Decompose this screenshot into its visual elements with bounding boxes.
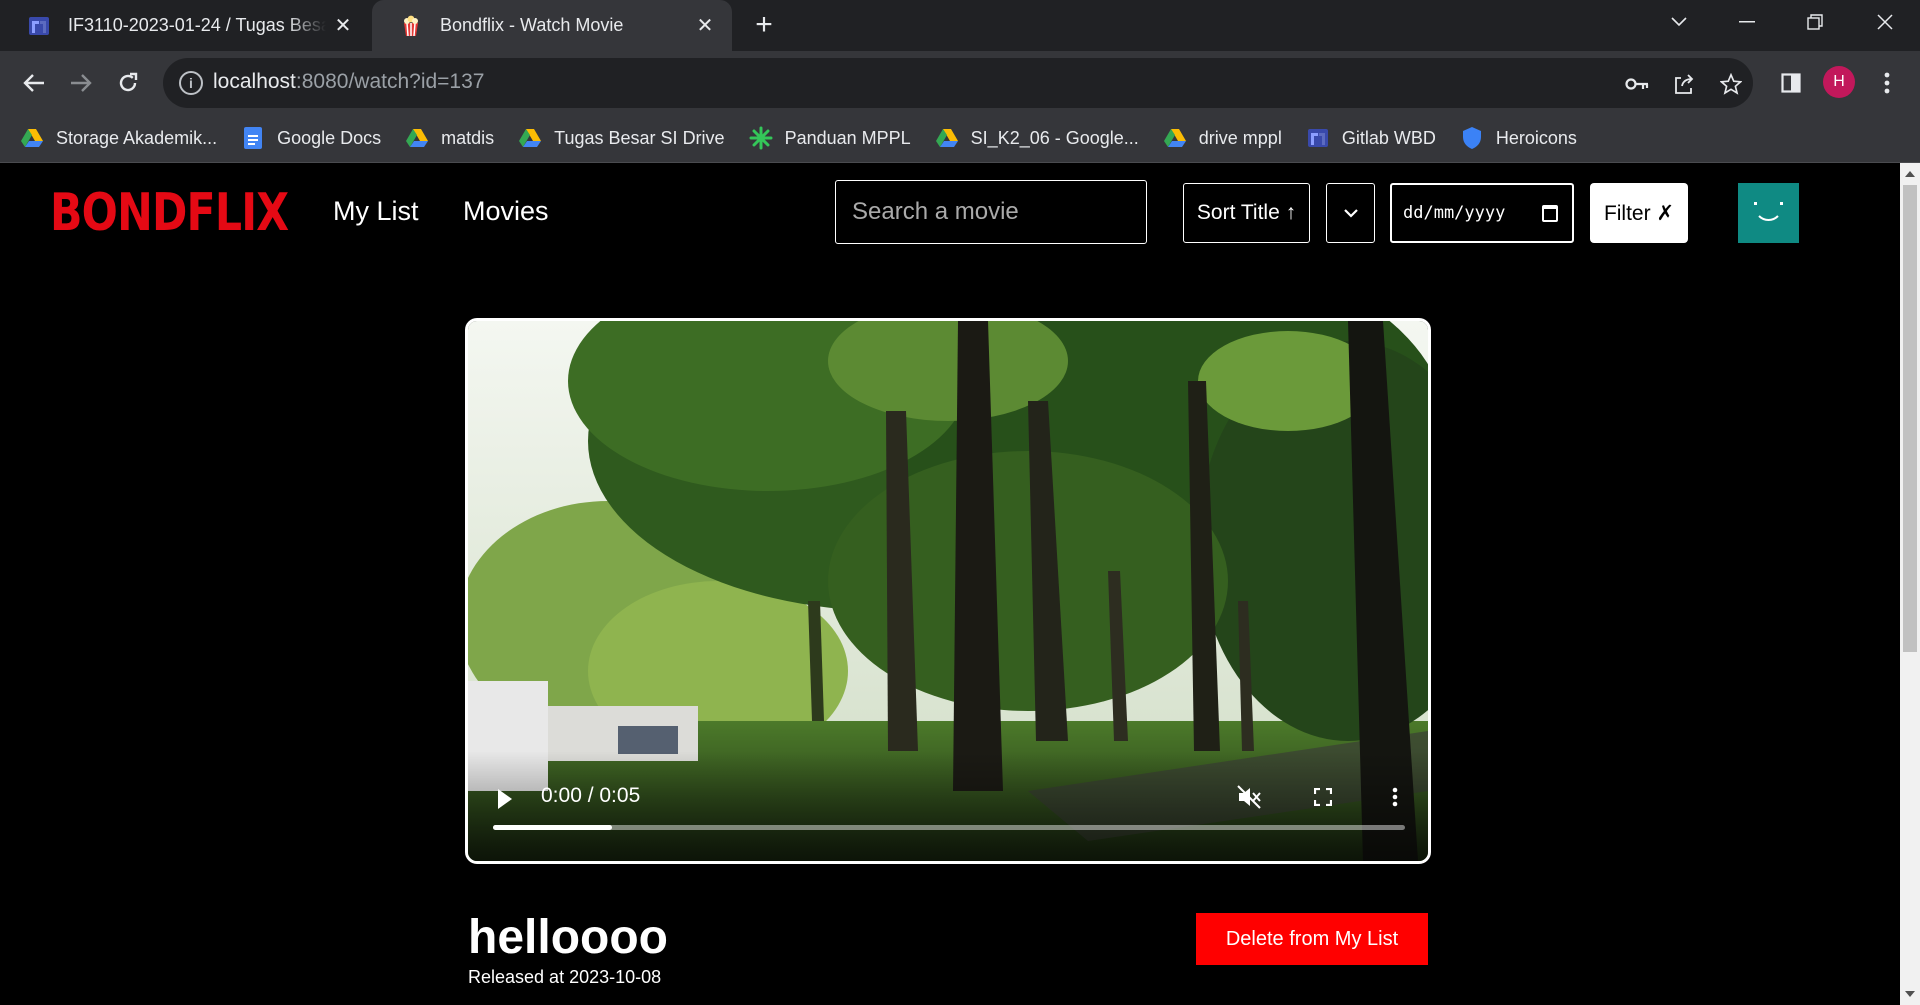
gitlab-wbd-icon [29, 16, 49, 35]
google-drive-icon [935, 129, 958, 147]
share-icon[interactable] [1669, 69, 1699, 99]
google-docs-icon [244, 127, 263, 149]
url-host: localhost [213, 70, 296, 93]
close-window-icon[interactable] [1856, 0, 1914, 44]
info-icon[interactable]: i [179, 71, 203, 95]
shield-icon [1462, 127, 1481, 149]
video-options-icon[interactable] [1381, 783, 1409, 811]
scrollbar-thumb[interactable] [1903, 185, 1917, 652]
tab-bondflix[interactable]: Bondflix - Watch Movie ✕ [372, 0, 732, 51]
google-drive-icon [1163, 129, 1186, 147]
bookmark-heroicons[interactable]: Heroicons [1460, 126, 1577, 150]
smiley-face-icon [1754, 202, 1783, 222]
calendar-icon[interactable] [1542, 205, 1558, 222]
sort-title-button[interactable]: Sort Title ↑ [1183, 183, 1310, 243]
google-drive-icon [406, 129, 429, 147]
tab-gitlab[interactable]: IF3110-2023-01-24 / Tugas Besar ✕ [0, 0, 370, 51]
back-icon[interactable] [14, 63, 54, 103]
date-input[interactable]: dd/mm/yyyy [1390, 183, 1574, 243]
bookmark-panduan-mppl[interactable]: Panduan MPPL [749, 126, 911, 150]
video-progress-bar[interactable] [493, 825, 1405, 830]
tab-title: Bondflix - Watch Movie [440, 15, 624, 35]
green-asterisk-icon [749, 126, 773, 150]
page-scrollbar[interactable] [1900, 163, 1920, 1005]
video-progress-fill [493, 825, 612, 830]
chevron-down-icon [1343, 209, 1358, 218]
close-icon[interactable]: ✕ [330, 12, 356, 38]
bookmark-label: drive mppl [1198, 127, 1282, 148]
close-icon[interactable]: ✕ [692, 12, 718, 38]
bookmark-tugas-besar-si-drive[interactable]: Tugas Besar SI Drive [518, 126, 725, 150]
search-input[interactable]: Search a movie [835, 180, 1147, 244]
delete-from-my-list-button[interactable]: Delete from My List [1196, 913, 1428, 965]
nav-movies[interactable]: Movies [463, 196, 549, 227]
restore-icon[interactable] [1786, 0, 1844, 44]
reload-icon[interactable] [108, 63, 148, 103]
scroll-down-icon[interactable] [1905, 991, 1915, 997]
fullscreen-icon[interactable] [1309, 783, 1337, 811]
bookmark-google-docs[interactable]: Google Docs [241, 126, 381, 150]
bookmark-gitlab-wbd[interactable]: Gitlab WBD [1306, 126, 1436, 150]
bookmark-label: Storage Akademik... [56, 127, 218, 148]
movie-title: helloooo [468, 911, 668, 964]
video-player[interactable]: 0:00 / 0:05 [465, 318, 1431, 864]
release-date: Released at 2023-10-08 [468, 967, 662, 987]
bookmark-label: matdis [441, 127, 495, 148]
gitlab-wbd-icon [1307, 129, 1328, 147]
new-tab-button[interactable]: + [748, 10, 780, 42]
browser-tab-bar: IF3110-2023-01-24 / Tugas Besar ✕ Bondfl… [0, 0, 1920, 51]
url-path: :8080/watch?id=137 [295, 70, 485, 93]
side-panel-icon[interactable] [1775, 67, 1807, 99]
play-icon[interactable] [498, 789, 512, 809]
bookmark-label: Gitlab WBD [1341, 127, 1436, 148]
bookmark-si-k2-06[interactable]: SI_K2_06 - Google... [935, 126, 1139, 150]
profile-avatar[interactable]: H [1823, 66, 1855, 98]
bookmarks-bar: Storage Akademik... Google Docs matdis T… [0, 114, 1920, 163]
tab-title: IF3110-2023-01-24 / Tugas Besar [68, 15, 326, 35]
browser-toolbar: i localhost:8080/watch?id=137 [0, 51, 1920, 114]
user-avatar[interactable] [1738, 183, 1799, 243]
page-viewport: BONDFLIX My List Movies Search a movie S… [0, 163, 1900, 1005]
filter-button[interactable]: Filter ✗ [1590, 183, 1688, 243]
url-text[interactable]: localhost:8080/watch?id=137 [213, 70, 484, 94]
bookmark-label: Panduan MPPL [784, 127, 911, 148]
date-placeholder: dd/mm/yyyy [1403, 203, 1506, 223]
key-icon[interactable] [1622, 69, 1652, 99]
bookmark-label: Google Docs [277, 127, 382, 148]
address-bar[interactable]: i localhost:8080/watch?id=137 [163, 58, 1753, 108]
popcorn-icon [404, 15, 418, 36]
bookmark-label: Tugas Besar SI Drive [554, 127, 725, 148]
bookmark-matdis[interactable]: matdis [405, 126, 494, 150]
tab-search-icon[interactable] [1650, 0, 1708, 44]
video-time: 0:00 / 0:05 [541, 784, 641, 807]
star-icon[interactable] [1716, 69, 1746, 99]
google-drive-icon [519, 129, 542, 147]
genre-select[interactable] [1326, 183, 1375, 243]
menu-kebab-icon[interactable] [1871, 67, 1903, 99]
bookmark-label: Heroicons [1495, 127, 1577, 148]
bookmark-storage-akademik[interactable]: Storage Akademik... [20, 126, 217, 150]
bondflix-logo[interactable]: BONDFLIX [50, 183, 289, 243]
nav-my-list[interactable]: My List [333, 196, 419, 227]
forward-icon[interactable] [61, 63, 101, 103]
bookmark-label: SI_K2_06 - Google... [970, 127, 1139, 148]
mute-icon[interactable] [1236, 783, 1264, 811]
minimize-icon[interactable] [1718, 0, 1776, 44]
scroll-up-icon[interactable] [1905, 171, 1915, 177]
bookmark-drive-mppl[interactable]: drive mppl [1163, 126, 1282, 150]
google-drive-icon [21, 129, 43, 147]
